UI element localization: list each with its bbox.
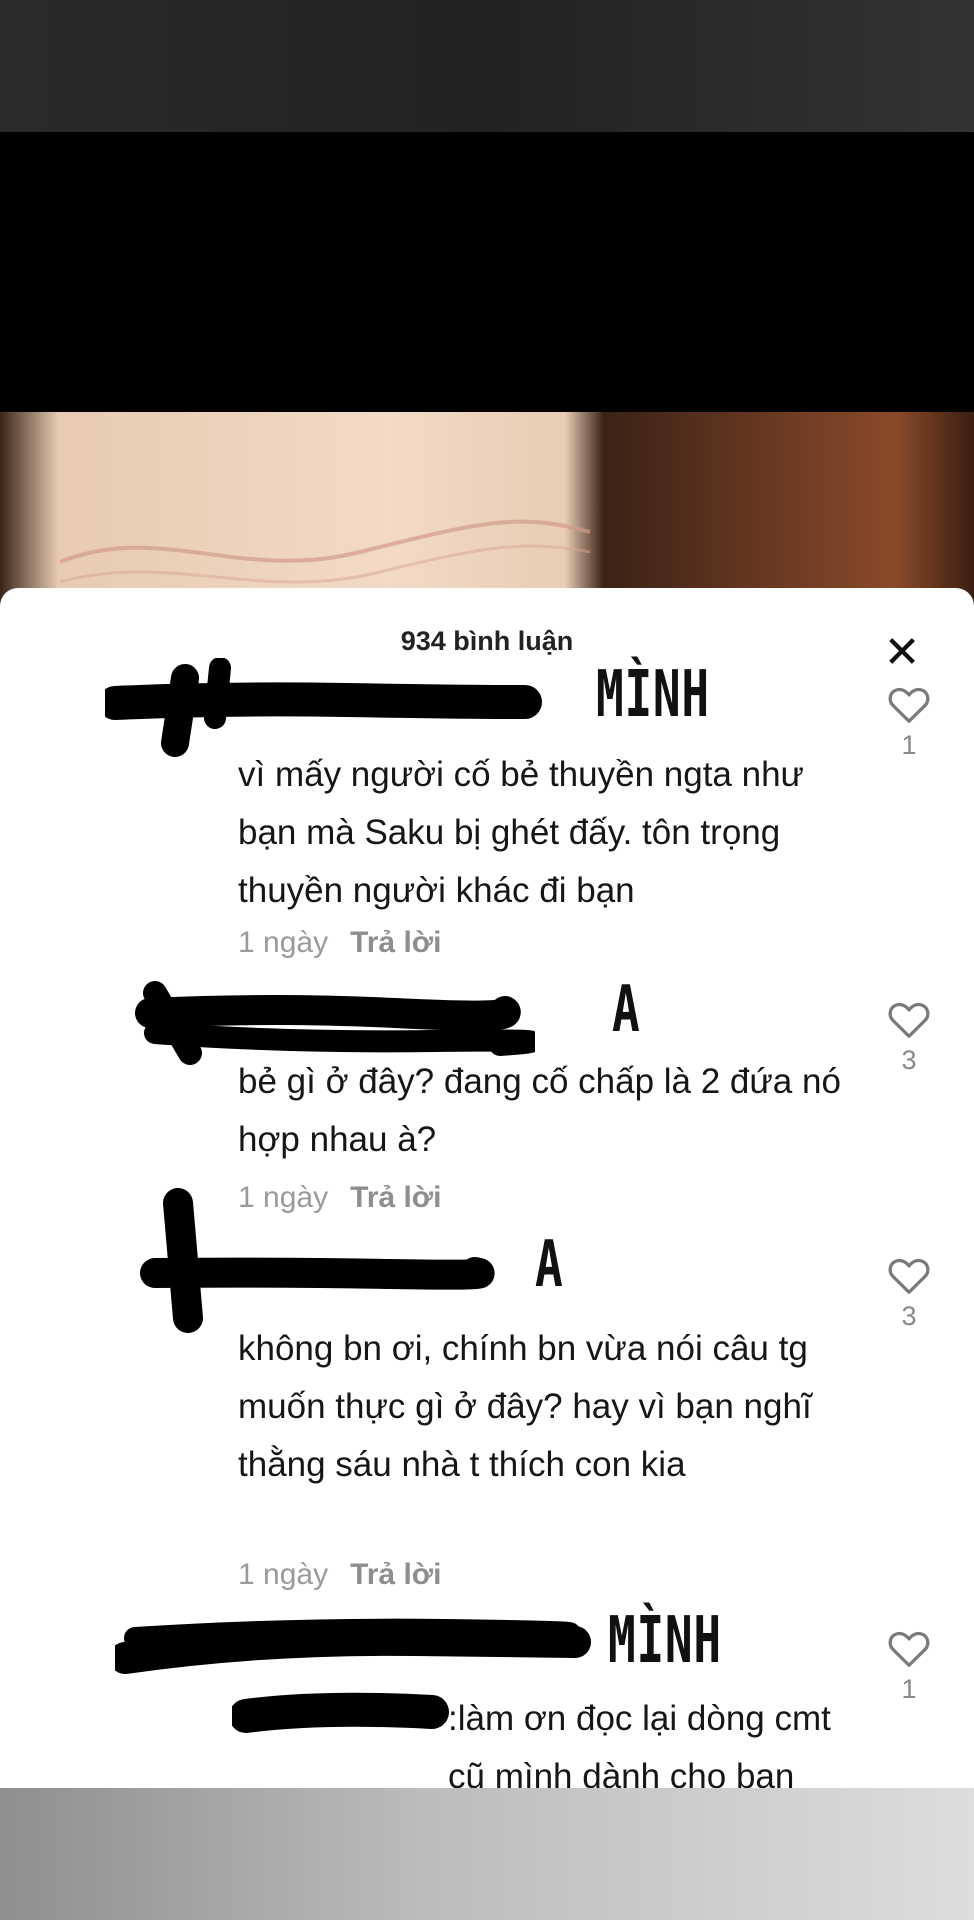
like-count: 3 [901, 1045, 917, 1075]
handwritten-annotation: MÌNH [608, 1604, 722, 1678]
redaction-scribble [232, 1692, 449, 1733]
reply-button[interactable]: Trả lời [350, 1558, 441, 1591]
top-bar [0, 0, 974, 132]
comment-text: bẻ gì ở đây? đang cố chấp là 2 đứa nó hợ… [238, 1062, 841, 1159]
handwritten-annotation: A [612, 973, 641, 1047]
like-button[interactable]: 3 [884, 1255, 934, 1332]
comment-meta: 1 ngày Trả lời [238, 926, 441, 960]
video-frame-art [59, 519, 591, 584]
handwritten-annotation: A [535, 1228, 564, 1302]
video-preview[interactable] [0, 412, 974, 612]
like-button[interactable]: 1 [884, 684, 934, 761]
bottom-overlay [0, 1788, 974, 1920]
close-icon[interactable]: ✕ [882, 631, 922, 675]
redaction-scribble [105, 658, 542, 757]
like-count: 3 [901, 1301, 917, 1331]
redaction-scribble [115, 1618, 591, 1674]
heart-outline-icon [888, 687, 930, 723]
heart-outline-icon [888, 1258, 930, 1294]
comment-count-title: 934 bình luận [400, 626, 574, 656]
like-button[interactable]: 3 [884, 999, 934, 1076]
handwritten-annotation: MÌNH [596, 658, 710, 732]
comment-time: 1 ngày [238, 926, 329, 959]
comment-text: :làm ơn đọc lại dòng cmt cũ mình dành ch… [448, 1699, 831, 1788]
comment-text: không bn ơi, chính bn vừa nói câu tg muố… [238, 1329, 812, 1484]
comments-sheet: 934 bình luận ✕ MÌNH vì mấy người cố bẻ … [0, 588, 974, 1788]
comment-text: vì mấy người cố bẻ thuyền ngta như bạn m… [238, 755, 804, 910]
comment-meta: 1 ngày Trả lời [238, 1558, 441, 1592]
like-button[interactable]: 1 [884, 1628, 934, 1705]
heart-outline-icon [888, 1002, 930, 1038]
like-count: 1 [901, 730, 917, 760]
heart-outline-icon [888, 1631, 930, 1667]
comment-time: 1 ngày [238, 1558, 329, 1591]
redaction-scribble [140, 1188, 495, 1333]
reply-button[interactable]: Trả lời [350, 926, 441, 959]
video-letterbox [0, 132, 974, 412]
like-count: 1 [901, 1674, 917, 1704]
